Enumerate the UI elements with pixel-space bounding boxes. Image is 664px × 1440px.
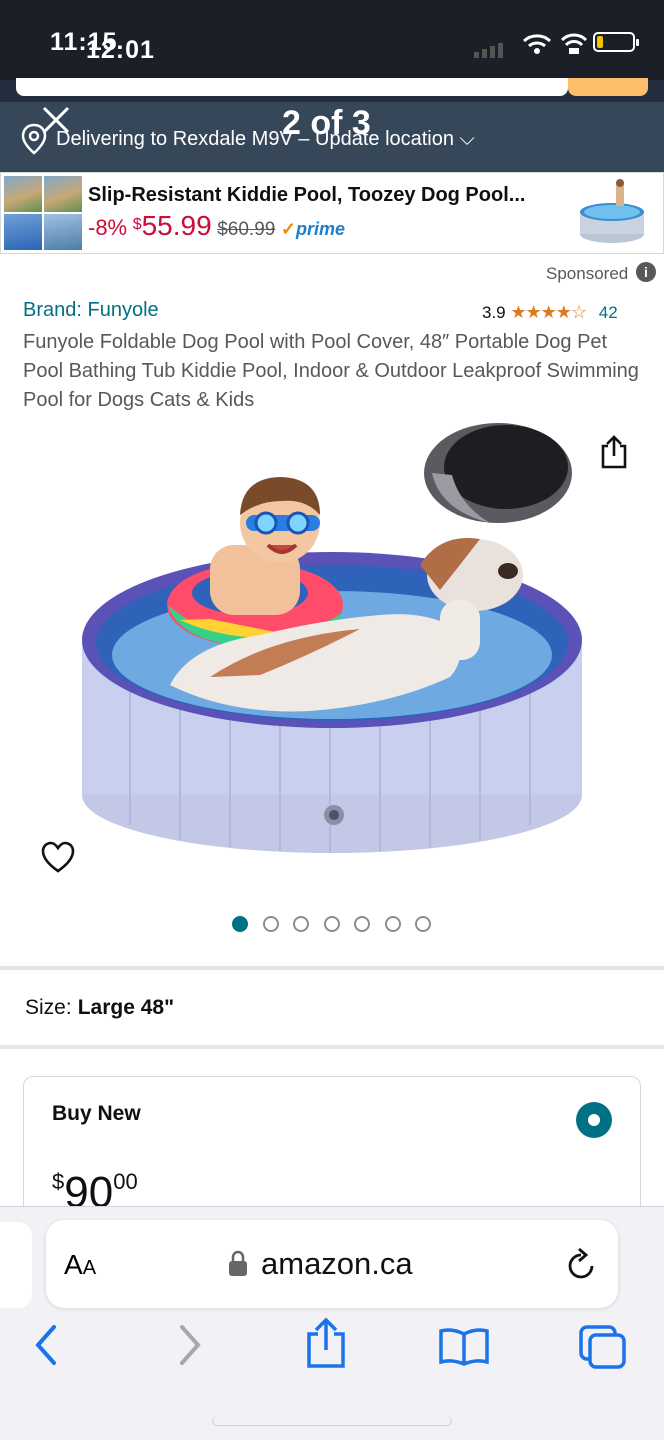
buy-new-label: Buy New [52,1102,141,1125]
share-icon[interactable] [598,434,630,470]
section-divider [0,1045,664,1049]
search-button[interactable] [568,78,648,96]
rating-summary[interactable]: 3.9 ★★★★☆ 42 [482,302,618,323]
share-icon-toolbar[interactable] [304,1316,348,1370]
buy-new-radio[interactable] [576,1102,612,1138]
carousel-dot[interactable] [384,916,401,932]
banner-title[interactable]: Slip-Resistant Kiddie Pool, Toozey Dog P… [88,184,525,207]
image-carousel-dots[interactable] [232,916,446,932]
rating-value: 3.9 [482,303,506,322]
size-selector[interactable]: Size: Large 48" [25,996,174,1020]
carousel-dot[interactable] [415,916,431,932]
rating-count[interactable]: 42 [599,303,618,322]
banner-thumbnail-collage [4,176,82,250]
buy-price-cents: 00 [113,1169,138,1194]
star-rating-icon: ★★★★☆ [510,302,587,322]
product-image[interactable] [60,415,620,895]
reload-icon[interactable] [564,1246,598,1284]
carousel-dot[interactable] [232,916,248,932]
size-label: Size: [25,996,72,1019]
status-time-overlay: 12:01 [86,36,155,64]
info-icon[interactable]: i [636,262,656,282]
home-indicator [212,1416,452,1426]
carousel-dot[interactable] [354,916,370,932]
tabs-icon[interactable] [578,1324,628,1370]
banner-currency: $ [132,216,142,233]
previous-tab-preview[interactable] [0,1222,32,1308]
close-icon[interactable] [40,104,72,136]
delivery-location-text[interactable]: Delivering to Rexdale M9V – Update locat… [56,128,475,151]
carousel-dot[interactable] [323,916,340,932]
signal-icon [474,40,506,58]
banner-discount: -8% [88,215,128,240]
image-counter: 2 of 3 [282,104,371,142]
buy-price-currency: $ [52,1169,65,1194]
prime-logo: prime [296,219,346,239]
forward-icon[interactable] [174,1322,204,1368]
sponsored-label: Sponsored [546,264,629,283]
carousel-dot[interactable] [262,916,279,932]
size-value: Large 48" [77,996,175,1019]
wifi-icon-overlay [560,33,588,54]
wifi-icon [522,34,552,54]
aa-small: A [82,1257,97,1279]
banner-product-image [580,179,644,243]
search-input[interactable] [16,78,568,96]
bookmarks-icon[interactable] [438,1326,490,1366]
url-domain[interactable]: amazon.ca [261,1246,413,1282]
back-icon[interactable] [32,1322,62,1368]
heart-icon[interactable] [40,840,76,876]
lock-icon [229,1250,247,1276]
banner-price: -8% $55.99 $60.99 ✓prime [88,210,345,242]
battery-icon [593,32,639,52]
status-bar: 11:15 12:01 [0,0,664,80]
reader-settings-button[interactable]: AA [64,1249,96,1281]
banner-was-price: $60.99 [217,219,276,240]
carousel-dot[interactable] [293,916,309,932]
prime-check-icon: ✓ [280,219,297,239]
aa-large: A [64,1249,83,1280]
section-divider [0,966,664,970]
product-title: Funyole Foldable Dog Pool with Pool Cove… [23,331,639,411]
banner-price-amount: 55.99 [141,210,212,241]
brand-link[interactable]: Brand: Funyole [23,299,159,322]
